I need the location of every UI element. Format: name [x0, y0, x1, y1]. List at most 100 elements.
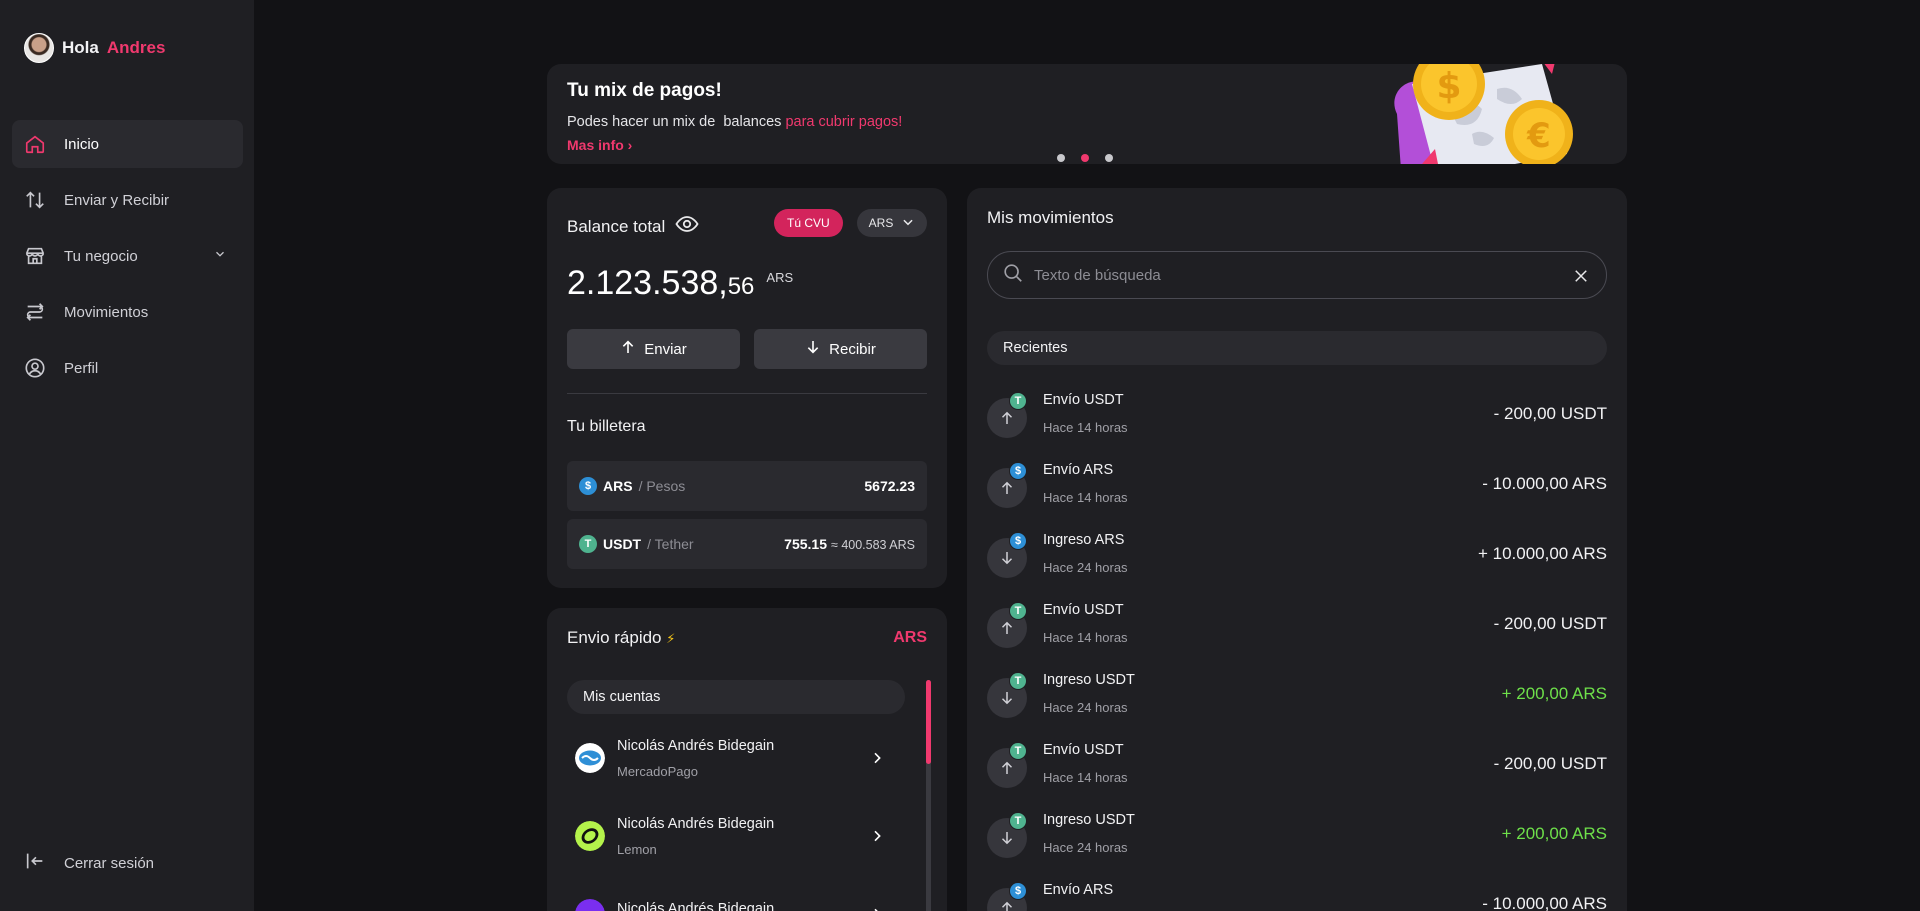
banner-text-highlight: para cubrir pagos!: [785, 114, 903, 130]
movement-amount: - 200,00 USDT: [1493, 614, 1607, 633]
movement-item[interactable]: $ Envío ARS Hace 14 horas - 10.000,00 ARS: [987, 454, 1607, 514]
carousel-dot[interactable]: [1057, 154, 1065, 162]
home-icon: [24, 133, 46, 155]
movements-title: Mis movimientos: [987, 208, 1114, 227]
movement-item[interactable]: T Envío USDT Hace 14 horas - 200,00 USDT: [987, 384, 1607, 444]
account-info: Nicolás Andrés Bidegain Lemon: [617, 816, 774, 857]
banner-title: Tu mix de pagos!: [567, 80, 722, 101]
avatar[interactable]: [24, 33, 54, 63]
banner-text-main: Podes hacer un mix de balances: [567, 114, 786, 130]
movement-item[interactable]: T Ingreso USDT Hace 24 horas + 200,00 ARS: [987, 804, 1607, 864]
wallet-row-usdt[interactable]: T USDT / Tether 755.15 ≈ 400.583 ARS: [567, 519, 927, 569]
account-info: Nicolás Andrés Bidegain: [617, 901, 774, 911]
movement-amount: + 10.000,00 ARS: [1477, 544, 1607, 563]
carousel-dot-active[interactable]: [1081, 154, 1089, 162]
balance-card: Balance total Tú CVU ARS 2.123.538, 56 A…: [547, 188, 947, 588]
movement-title: Ingreso USDT: [1043, 672, 1135, 688]
account-item[interactable]: Nicolás Andrés Bidegain MercadoPago: [567, 728, 907, 788]
usdt-coin-icon: T: [1009, 602, 1027, 620]
sidebar-item-label: Enviar y Recibir: [64, 191, 170, 209]
search-input[interactable]: [1034, 266, 1554, 284]
route-icon: [24, 301, 46, 323]
scrollbar-thumb[interactable]: [926, 680, 931, 764]
sidebar-item-inicio[interactable]: Inicio: [12, 120, 243, 168]
chevron-down-icon[interactable]: [213, 247, 227, 265]
cvu-button[interactable]: Tú CVU: [774, 209, 843, 237]
sidebar-item-label: Perfil: [64, 359, 99, 377]
user-name: Andres: [106, 38, 166, 57]
accounts-label: Mis cuentas: [567, 680, 905, 714]
usdt-coin-icon: T: [1009, 672, 1027, 690]
transfer-arrows-icon: [24, 189, 46, 211]
scrollbar[interactable]: [926, 680, 931, 911]
wallet-conversion: ≈ 400.583 ARS: [830, 538, 915, 552]
movement-time: Hace 14 horas: [1043, 630, 1128, 645]
movement-item[interactable]: T Envío USDT Hace 14 horas - 200,00 USDT: [987, 734, 1607, 794]
usdt-coin-icon: T: [1009, 392, 1027, 410]
movement-item[interactable]: T Envío USDT Hace 14 horas - 200,00 USDT: [987, 594, 1607, 654]
movement-amount: + 200,00 ARS: [1501, 684, 1607, 703]
account-item[interactable]: Nicolás Andrés Bidegain: [567, 884, 907, 911]
account-name: Nicolás Andrés Bidegain: [617, 737, 775, 754]
quick-send-title-text: Envio rápido: [567, 628, 662, 647]
send-button[interactable]: Enviar: [567, 329, 740, 369]
ars-coin-icon: $: [579, 477, 597, 495]
wallet-row-ars[interactable]: $ ARS / Pesos 5672.23: [567, 461, 927, 511]
movement-amount: + 200,00 ARS: [1501, 824, 1607, 843]
bank-logo: [575, 899, 605, 911]
movement-amount: - 10.000,00 ARS: [1482, 894, 1607, 911]
sidebar-item-label: Inicio: [64, 135, 100, 153]
carousel-dot[interactable]: [1105, 154, 1113, 162]
lemon-logo: [575, 821, 605, 851]
movements-card: Mis movimientos Recientes T Envío USDT Hac…: [967, 188, 1627, 911]
account-name: Nicolás Andrés Bidegain: [617, 815, 775, 832]
wallet-title: Tu billetera: [567, 418, 646, 435]
balance-amount-decimals: 56: [727, 273, 755, 300]
movement-amount: - 200,00 USDT: [1493, 404, 1607, 423]
search-icon: [1002, 262, 1024, 289]
movement-item[interactable]: $ Ingreso ARS Hace 24 horas + 10.000,00 ARS: [987, 524, 1607, 584]
user-greeting: Hola Andres: [24, 33, 165, 63]
usdt-coin-icon: T: [579, 535, 597, 553]
movement-title: Envío ARS: [1043, 462, 1114, 478]
chevron-right-icon: [869, 906, 885, 911]
movement-time: Hace 24 horas: [1043, 700, 1128, 715]
logout-button[interactable]: Cerrar sesión: [24, 850, 154, 876]
currency-select[interactable]: ARS: [857, 209, 927, 237]
chevron-right-icon: [869, 828, 885, 849]
sidebar-item-label: Tu negocio: [64, 247, 138, 265]
sidebar-item-movimientos[interactable]: Movimientos: [12, 288, 243, 336]
movement-item[interactable]: T Ingreso USDT Hace 24 horas + 200,00 ARS: [987, 664, 1607, 724]
lightning-icon: ⚡: [666, 631, 676, 646]
banner-text: Podes hacer un mix de balances para cubr…: [567, 114, 902, 130]
movement-title: Envío USDT: [1043, 602, 1124, 618]
arrow-down-icon: [805, 339, 821, 359]
banner-more-info-link[interactable]: Mas info ›: [567, 137, 632, 153]
logout-icon: [24, 850, 46, 876]
chevron-right-icon: [869, 750, 885, 771]
receive-button[interactable]: Recibir: [754, 329, 927, 369]
eye-icon[interactable]: [675, 212, 699, 241]
movement-time: Hace 14 horas: [1043, 490, 1128, 505]
account-item[interactable]: Nicolás Andrés Bidegain Lemon: [567, 806, 907, 866]
close-icon[interactable]: [1572, 267, 1590, 290]
sidebar-item-enviar-recibir[interactable]: Enviar y Recibir: [12, 176, 243, 224]
movement-item[interactable]: $ Envío ARS - 10.000,00 ARS: [987, 874, 1607, 911]
ars-coin-icon: $: [1009, 882, 1027, 900]
sidebar-item-tu-negocio[interactable]: Tu negocio: [12, 232, 243, 280]
store-icon: [24, 245, 46, 267]
movement-time: Hace 14 horas: [1043, 420, 1128, 435]
movement-time: Hace 24 horas: [1043, 840, 1128, 855]
quick-send-currency[interactable]: ARS: [893, 629, 927, 647]
movement-time: Hace 14 horas: [1043, 770, 1128, 785]
sidebar: Hola Andres Inicio Enviar y Recibir Tu n…: [0, 0, 254, 911]
movement-amount: - 200,00 USDT: [1493, 754, 1607, 773]
movement-time: Hace 24 horas: [1043, 560, 1128, 575]
balance-title-text: Balance total: [567, 216, 666, 236]
quick-send-card: Envio rápido ⚡ ARS Mis cuentas Nicolás A…: [547, 608, 947, 911]
balance-amount-currency: ARS: [766, 270, 794, 285]
account-name: Nicolás Andrés Bidegain: [617, 901, 775, 911]
svg-text:$: $: [1436, 66, 1461, 107]
sidebar-item-perfil[interactable]: Perfil: [12, 344, 243, 392]
svg-text:€: €: [1526, 116, 1551, 156]
